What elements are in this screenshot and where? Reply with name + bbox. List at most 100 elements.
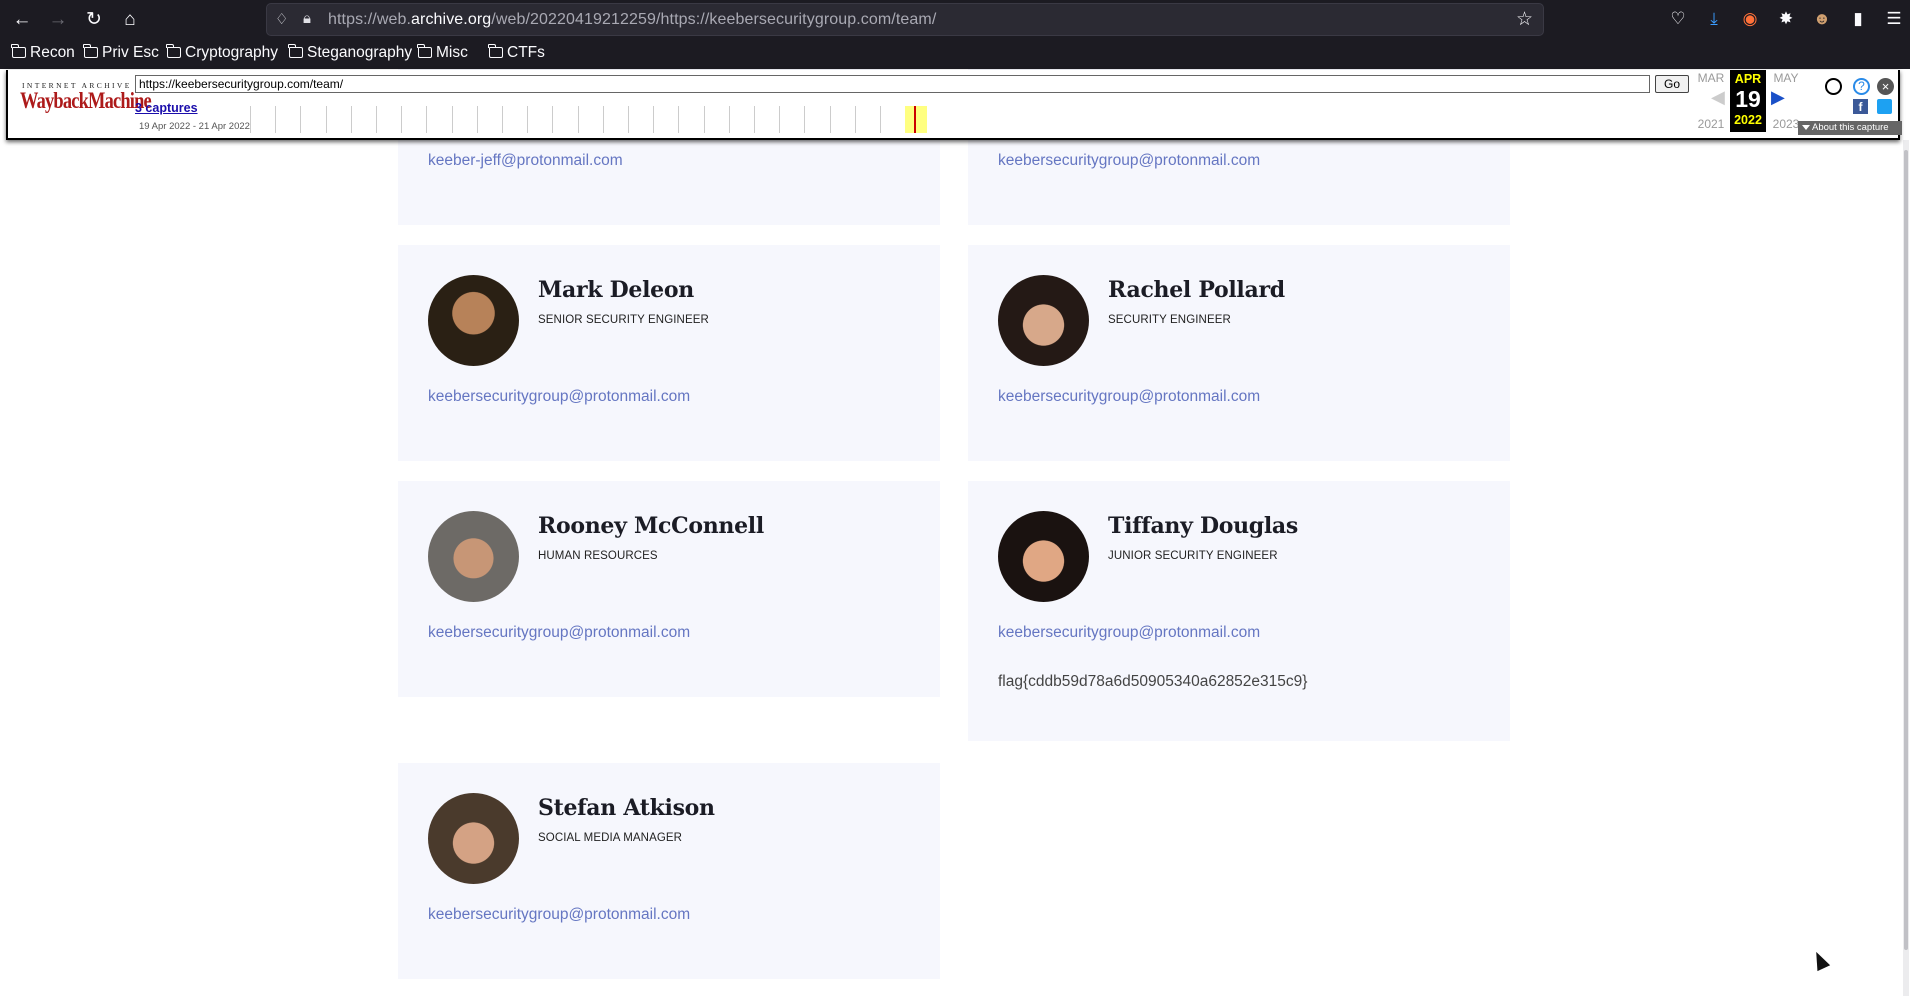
wayback-logo[interactable]: WaybackMachine	[20, 88, 152, 114]
scrollbar-thumb[interactable]	[1904, 150, 1908, 950]
about-capture-button[interactable]: About this capture	[1798, 121, 1902, 135]
member-role: JUNIOR SECURITY ENGINEER	[1108, 550, 1278, 562]
current-month: APR	[1734, 72, 1762, 86]
wayback-url-input[interactable]: https://keebersecuritygroup.com/team/	[135, 75, 1650, 93]
captures-link[interactable]: 3 captures	[135, 101, 198, 115]
sparkline-tick	[325, 106, 327, 133]
avatar	[428, 275, 519, 366]
sparkline-tick	[703, 106, 705, 133]
avatar	[428, 511, 519, 602]
sparkline-tick	[502, 106, 503, 133]
pocket-icon[interactable]: ♡	[1667, 8, 1689, 30]
forward-icon[interactable]: →	[46, 8, 70, 32]
member-role: SECURITY ENGINEER	[1108, 314, 1231, 326]
page-content: keeber-jeff@protonmail.com keebersecurit…	[0, 69, 1910, 996]
address-bar[interactable]: ♢ 🔒︎ https://web.archive.org/web/2022041…	[266, 3, 1544, 36]
member-name: Rooney McConnell	[538, 513, 764, 539]
next-capture-arrow-icon[interactable]: ▶	[1771, 87, 1785, 108]
download-icon[interactable]: ⤓	[1703, 8, 1725, 30]
sparkline-tick	[376, 106, 377, 133]
sparkline-tick	[527, 106, 529, 133]
bookmark-recon[interactable]: Recon	[11, 44, 75, 62]
sparkline-tick	[628, 106, 629, 133]
bookmarks-bar: Recon Priv Esc Cryptography Steganograph…	[0, 42, 1910, 69]
current-day: 19	[1735, 86, 1761, 112]
facebook-icon[interactable]: f	[1853, 99, 1868, 114]
help-icon[interactable]: ?	[1853, 78, 1870, 95]
email-link[interactable]: keebersecuritygroup@protonmail.com	[428, 624, 690, 642]
current-capture-date: APR 19 2022	[1730, 70, 1766, 132]
email-link[interactable]: keebersecuritygroup@protonmail.com	[998, 388, 1260, 406]
sparkline-tick	[426, 106, 428, 133]
bookmark-priv-esc[interactable]: Priv Esc	[83, 44, 159, 62]
sparkline-tick	[678, 106, 680, 133]
email-link[interactable]: keebersecuritygroup@protonmail.com	[428, 388, 690, 406]
member-role: SOCIAL MEDIA MANAGER	[538, 832, 683, 844]
close-icon[interactable]: ×	[1877, 78, 1894, 95]
sparkline-tick	[275, 106, 277, 133]
sparkline-tick	[880, 106, 881, 133]
bookmark-cryptography[interactable]: Cryptography	[166, 44, 278, 62]
member-name: Mark Deleon	[538, 277, 694, 303]
member-name: Stefan Atkison	[538, 795, 715, 821]
email-link[interactable]: keebersecuritygroup@protonmail.com	[998, 152, 1260, 170]
folder-icon	[417, 44, 432, 58]
cookie-icon[interactable]: ✸	[1775, 8, 1797, 30]
member-role: SENIOR SECURITY ENGINEER	[538, 314, 709, 326]
member-name: Tiffany Douglas	[1108, 513, 1298, 539]
capture-date-range: 19 Apr 2022 - 21 Apr 2022	[139, 121, 250, 132]
capture-sparkline[interactable]	[250, 106, 930, 133]
avatar	[428, 793, 519, 884]
sparkline-tick	[854, 106, 856, 133]
wayback-go-button[interactable]: Go	[1655, 75, 1689, 93]
extension-avatar-icon[interactable]: ☻	[1811, 8, 1833, 30]
flag-text: flag{cddb59d78a6d50905340a62852e315c9}	[998, 673, 1308, 690]
email-link[interactable]: keebersecuritygroup@protonmail.com	[428, 906, 690, 924]
folder-icon	[166, 44, 181, 58]
menu-icon[interactable]: ☰	[1883, 8, 1905, 30]
sparkline-tick	[350, 106, 352, 133]
sparkline-tick	[476, 106, 478, 133]
folder-icon	[83, 44, 98, 58]
url-text[interactable]: https://web.archive.org/web/202204192122…	[328, 11, 936, 29]
browser-toolbar: ← → ↻ ⌂ ♢ 🔒︎ https://web.archive.org/web…	[0, 0, 1910, 69]
email-link[interactable]: keeber-jeff@protonmail.com	[428, 152, 623, 170]
home-icon[interactable]: ⌂	[118, 8, 142, 32]
sparkline-tick	[728, 106, 730, 133]
prev-month[interactable]: MAR	[1694, 71, 1728, 85]
account-icon[interactable]	[1825, 78, 1842, 95]
member-name: Rachel Pollard	[1108, 277, 1285, 303]
bookmark-ctfs[interactable]: CTFs	[488, 44, 545, 62]
avatar	[998, 511, 1089, 602]
bookmark-steganography[interactable]: Steganography	[288, 44, 412, 62]
sparkline-tick	[250, 106, 251, 133]
sparkline-tick	[602, 106, 604, 133]
team-card: Mark Deleon SENIOR SECURITY ENGINEER kee…	[398, 245, 940, 461]
folder-icon	[488, 44, 503, 58]
sparkline-tick	[401, 106, 403, 133]
prev-capture-arrow-icon[interactable]: ◀	[1711, 87, 1725, 108]
bookmark-star-icon[interactable]: ☆	[1516, 8, 1533, 31]
avatar	[998, 275, 1089, 366]
library-icon[interactable]: ▮	[1847, 8, 1869, 30]
wayback-toolbar: INTERNET ARCHIVE WaybackMachine https://…	[6, 70, 1902, 140]
sparkline-tick	[754, 106, 755, 133]
sparkline-tick	[577, 106, 579, 133]
extension-fox-icon[interactable]: ◉	[1739, 8, 1761, 30]
reload-icon[interactable]: ↻	[82, 8, 106, 32]
next-month[interactable]: MAY	[1769, 71, 1803, 85]
sparkline-tick	[451, 106, 453, 133]
shield-icon[interactable]: ♢	[275, 10, 288, 28]
twitter-icon[interactable]	[1877, 99, 1892, 114]
prev-year[interactable]: 2021	[1694, 117, 1728, 131]
sparkline-tick	[779, 106, 781, 133]
email-link[interactable]: keebersecuritygroup@protonmail.com	[998, 624, 1260, 642]
current-year: 2022	[1734, 113, 1762, 127]
bookmark-misc[interactable]: Misc	[417, 44, 468, 62]
folder-icon	[288, 44, 303, 58]
back-icon[interactable]: ←	[10, 8, 34, 32]
team-card: Rooney McConnell HUMAN RESOURCES keebers…	[398, 481, 940, 697]
sparkline-tick	[552, 106, 554, 133]
page-scrollbar[interactable]	[1903, 140, 1909, 996]
team-card: Rachel Pollard SECURITY ENGINEER keebers…	[968, 245, 1510, 461]
